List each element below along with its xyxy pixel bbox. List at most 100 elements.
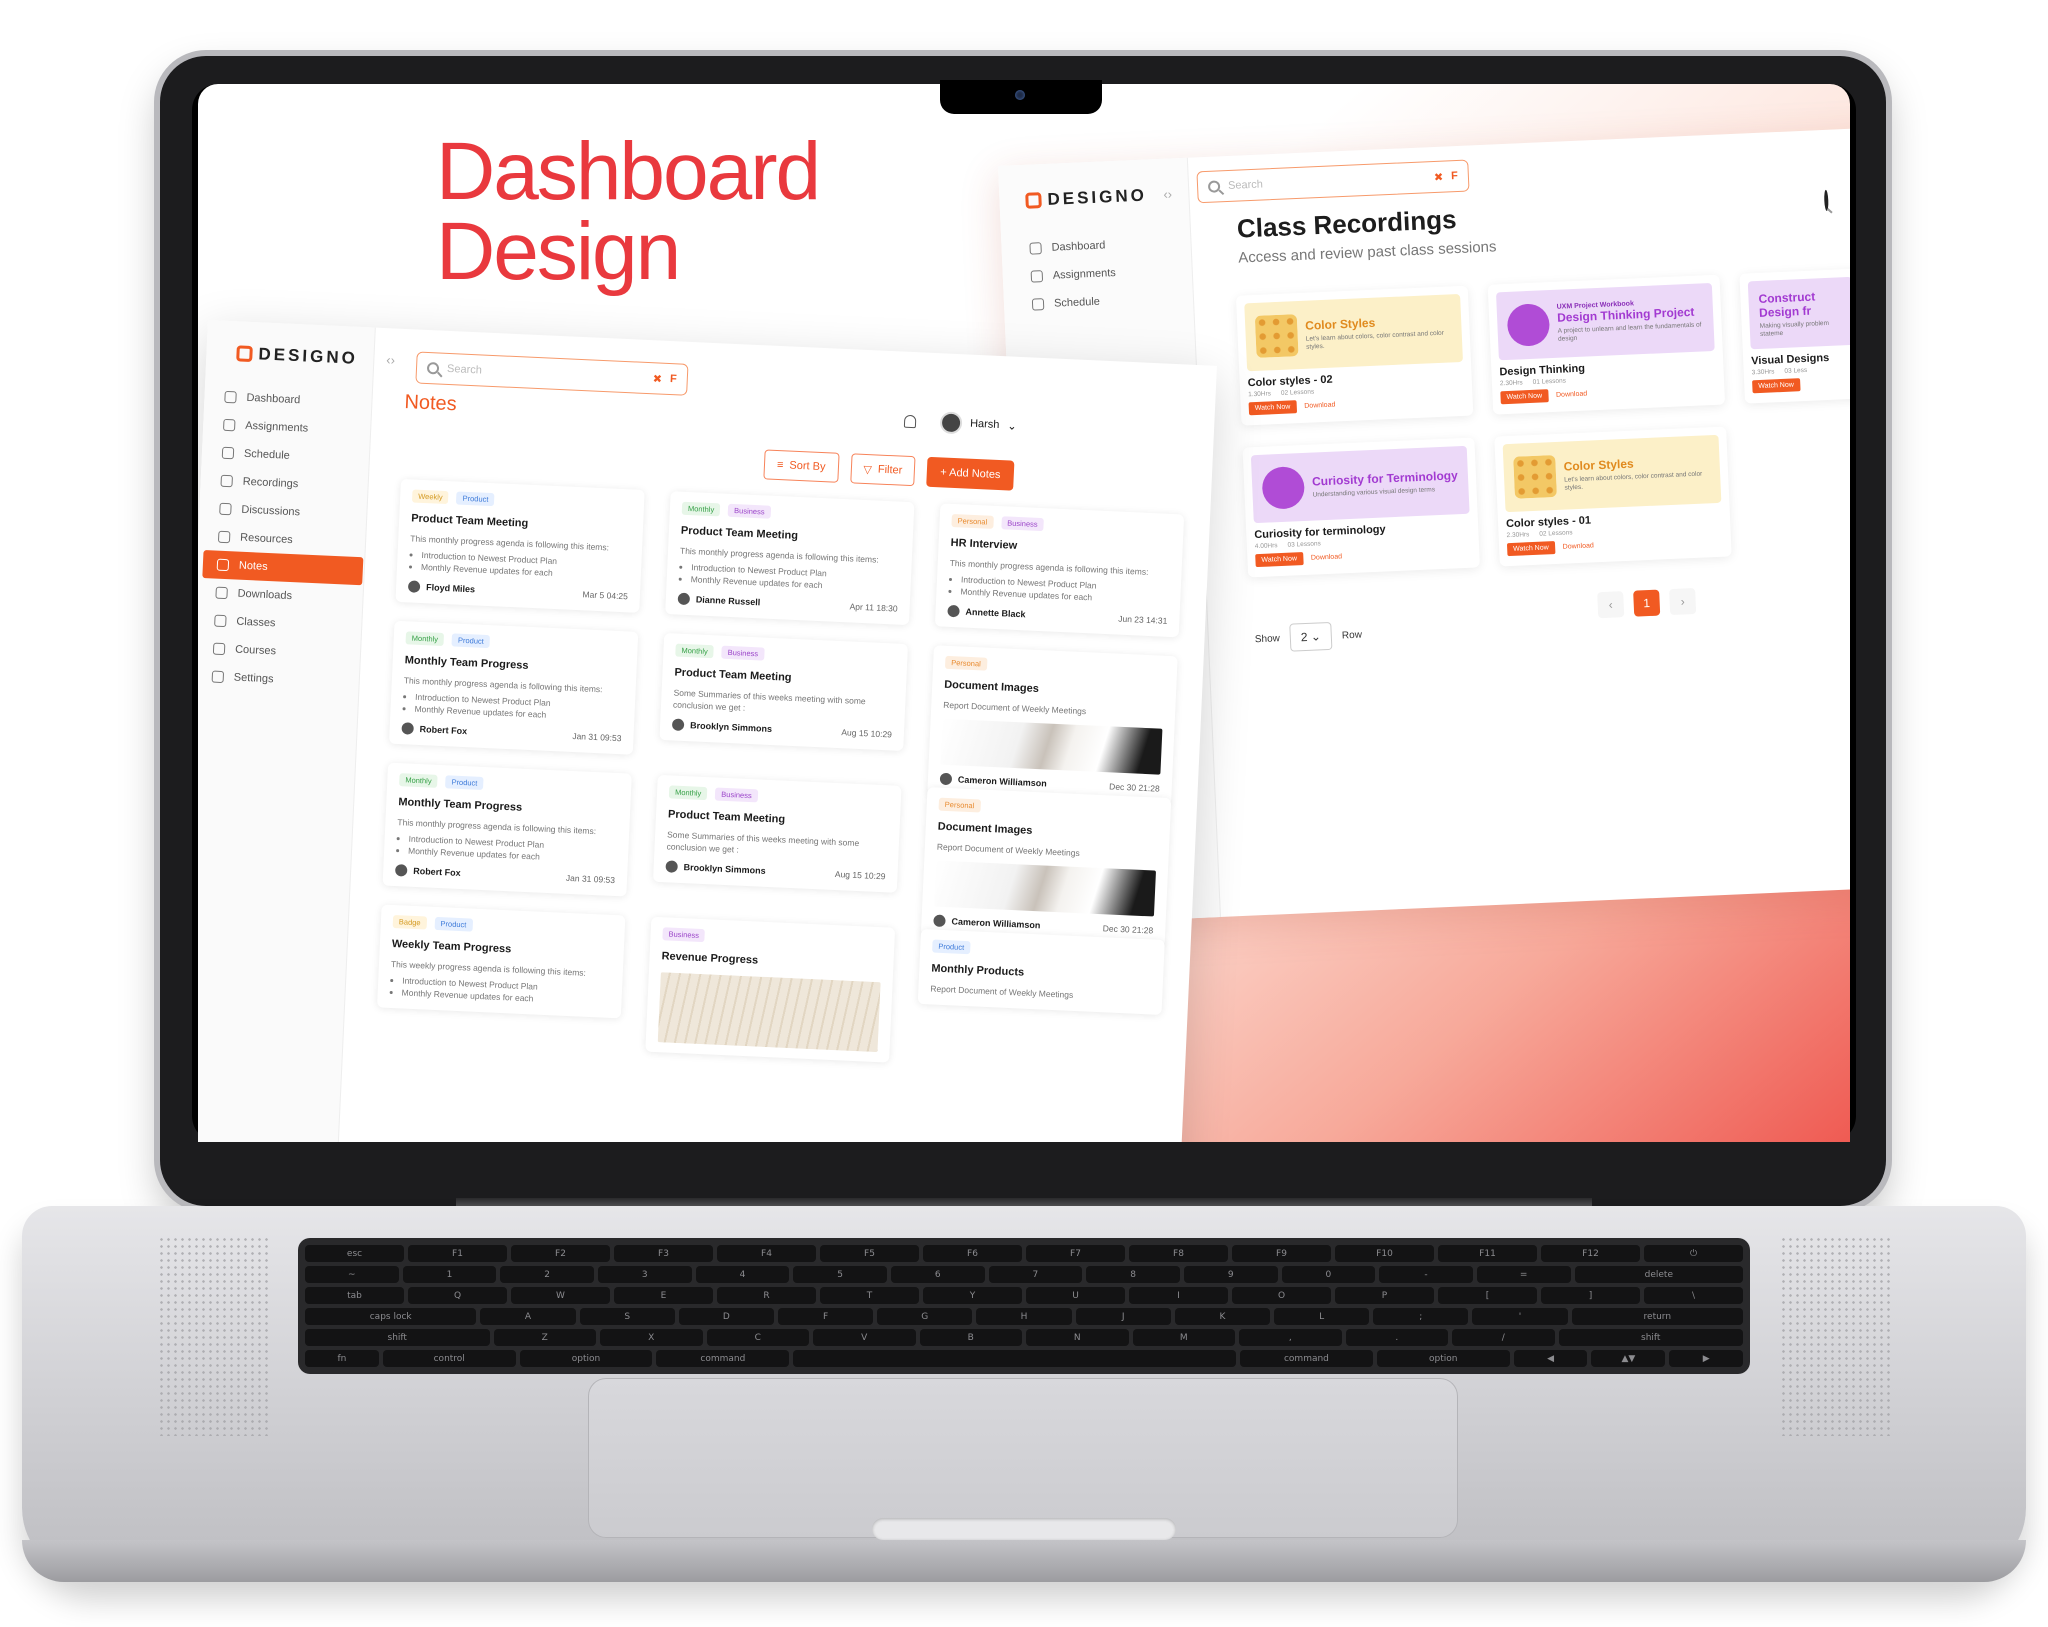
- key[interactable]: [: [1438, 1287, 1537, 1304]
- key[interactable]: ▶: [1669, 1350, 1744, 1367]
- recording-card[interactable]: Color Styles Let's learn about colors, co…: [1494, 426, 1732, 567]
- key[interactable]: ▲▼: [1591, 1350, 1666, 1367]
- key[interactable]: M: [1132, 1329, 1235, 1346]
- notes-search-input[interactable]: Search ✖ F: [415, 351, 689, 396]
- key[interactable]: F12: [1541, 1245, 1640, 1262]
- filter-button[interactable]: ▽ Filter: [849, 453, 916, 487]
- note-card[interactable]: Personal Document Images Report Document o…: [920, 787, 1172, 948]
- key[interactable]: D: [678, 1308, 774, 1325]
- note-card[interactable]: Product Monthly Products Report Document o…: [917, 928, 1165, 1015]
- note-card[interactable]: Monthly Business Product Team Meeting This …: [665, 491, 915, 626]
- key[interactable]: G: [877, 1308, 973, 1325]
- rec-nav-schedule[interactable]: Schedule: [1017, 284, 1178, 319]
- key[interactable]: tab: [305, 1287, 404, 1304]
- rec-search-input[interactable]: Search ✖ F: [1196, 159, 1470, 204]
- key[interactable]: 7: [988, 1266, 1083, 1283]
- key[interactable]: fn: [305, 1350, 379, 1367]
- key[interactable]: F5: [820, 1245, 919, 1262]
- watch-now-button[interactable]: Watch Now: [1248, 400, 1297, 416]
- prev-page-button[interactable]: ‹: [1597, 591, 1625, 619]
- key[interactable]: E: [614, 1287, 713, 1304]
- key[interactable]: Q: [408, 1287, 507, 1304]
- header-search-button[interactable]: [1823, 189, 1829, 211]
- clear-icon[interactable]: ✖: [653, 372, 663, 385]
- key[interactable]: control: [382, 1350, 516, 1367]
- key[interactable]: delete: [1574, 1266, 1744, 1283]
- key[interactable]: R: [717, 1287, 816, 1304]
- key[interactable]: ⏻: [1644, 1245, 1743, 1262]
- note-card[interactable]: Personal Document Images Report Document o…: [927, 645, 1178, 806]
- recording-card[interactable]: UXM Project Workbook Design Thinking Proj…: [1487, 274, 1726, 415]
- key[interactable]: B: [919, 1329, 1022, 1346]
- user-menu[interactable]: Harsh ⌄: [903, 410, 1017, 437]
- key[interactable]: shift: [1558, 1329, 1743, 1346]
- key[interactable]: command: [1240, 1350, 1373, 1367]
- key[interactable]: F11: [1438, 1245, 1537, 1262]
- rows-select[interactable]: 2 ⌄: [1289, 621, 1333, 652]
- collapse-sidebar-icon[interactable]: ‹›: [1163, 186, 1172, 201]
- key[interactable]: H: [976, 1308, 1072, 1325]
- key[interactable]: F10: [1335, 1245, 1434, 1262]
- key[interactable]: 2: [500, 1266, 594, 1283]
- recording-card[interactable]: Construct Design fr Making visually probl…: [1739, 268, 1850, 404]
- key[interactable]: command: [656, 1350, 790, 1367]
- key[interactable]: F4: [717, 1245, 816, 1262]
- key[interactable]: J: [1075, 1308, 1171, 1325]
- key[interactable]: F1: [408, 1245, 507, 1262]
- sidebar-item-settings[interactable]: Settings: [198, 662, 358, 697]
- key[interactable]: 1: [402, 1266, 497, 1283]
- download-button[interactable]: Download: [1311, 553, 1342, 561]
- key[interactable]: C: [706, 1329, 809, 1346]
- key[interactable]: Y: [923, 1287, 1022, 1304]
- key[interactable]: .: [1345, 1329, 1448, 1346]
- clear-icon[interactable]: ✖: [1434, 170, 1444, 183]
- key[interactable]: -: [1379, 1266, 1473, 1283]
- key[interactable]: ,: [1239, 1329, 1342, 1346]
- key[interactable]: N: [1026, 1329, 1129, 1346]
- key[interactable]: ;: [1373, 1308, 1469, 1325]
- trackpad[interactable]: [588, 1378, 1458, 1538]
- recording-card[interactable]: Color Styles Let's learn about colors, co…: [1235, 285, 1474, 426]
- note-card[interactable]: Personal Business HR Interview This monthly…: [934, 503, 1185, 638]
- key[interactable]: ~: [305, 1266, 399, 1283]
- key[interactable]: X: [600, 1329, 703, 1346]
- key[interactable]: F7: [1026, 1245, 1125, 1262]
- key[interactable]: F6: [923, 1245, 1022, 1262]
- key[interactable]: return: [1571, 1308, 1743, 1325]
- key[interactable]: F8: [1129, 1245, 1228, 1262]
- key[interactable]: [793, 1350, 1237, 1367]
- key[interactable]: ': [1472, 1308, 1568, 1325]
- note-card[interactable]: Weekly Product Product Team Meeting This mo…: [395, 478, 645, 613]
- download-button[interactable]: Download: [1304, 402, 1335, 410]
- collapse-sidebar-icon[interactable]: ‹›: [386, 352, 395, 367]
- note-card[interactable]: Badge Product Weekly Team Progress This wee…: [376, 904, 626, 1019]
- key[interactable]: F3: [614, 1245, 713, 1262]
- key[interactable]: T: [820, 1287, 919, 1304]
- key[interactable]: K: [1174, 1308, 1270, 1325]
- key[interactable]: F9: [1232, 1245, 1331, 1262]
- key[interactable]: 6: [890, 1266, 985, 1283]
- bell-icon[interactable]: [903, 414, 917, 428]
- key[interactable]: L: [1274, 1308, 1370, 1325]
- page-1-button[interactable]: 1: [1633, 589, 1661, 617]
- key[interactable]: ◀: [1513, 1350, 1588, 1367]
- watch-now-button[interactable]: Watch Now: [1752, 378, 1801, 394]
- key[interactable]: 5: [793, 1266, 887, 1283]
- watch-now-button[interactable]: Watch Now: [1255, 552, 1304, 568]
- key[interactable]: O: [1232, 1287, 1331, 1304]
- key[interactable]: shift: [305, 1329, 490, 1346]
- note-card[interactable]: Monthly Business Product Team Meeting Some …: [652, 774, 902, 893]
- sort-by-button[interactable]: ≡ Sort By: [763, 449, 840, 483]
- key[interactable]: 8: [1086, 1266, 1180, 1283]
- key[interactable]: caps lock: [305, 1308, 477, 1325]
- key[interactable]: esc: [305, 1245, 404, 1262]
- key[interactable]: option: [519, 1350, 653, 1367]
- download-button[interactable]: Download: [1556, 391, 1587, 399]
- key[interactable]: P: [1335, 1287, 1434, 1304]
- key[interactable]: ]: [1541, 1287, 1640, 1304]
- key[interactable]: V: [813, 1329, 916, 1346]
- key[interactable]: F2: [511, 1245, 610, 1262]
- watch-now-button[interactable]: Watch Now: [1500, 389, 1549, 405]
- key[interactable]: F: [777, 1308, 874, 1325]
- note-card[interactable]: Monthly Product Monthly Team Progress This …: [388, 620, 639, 755]
